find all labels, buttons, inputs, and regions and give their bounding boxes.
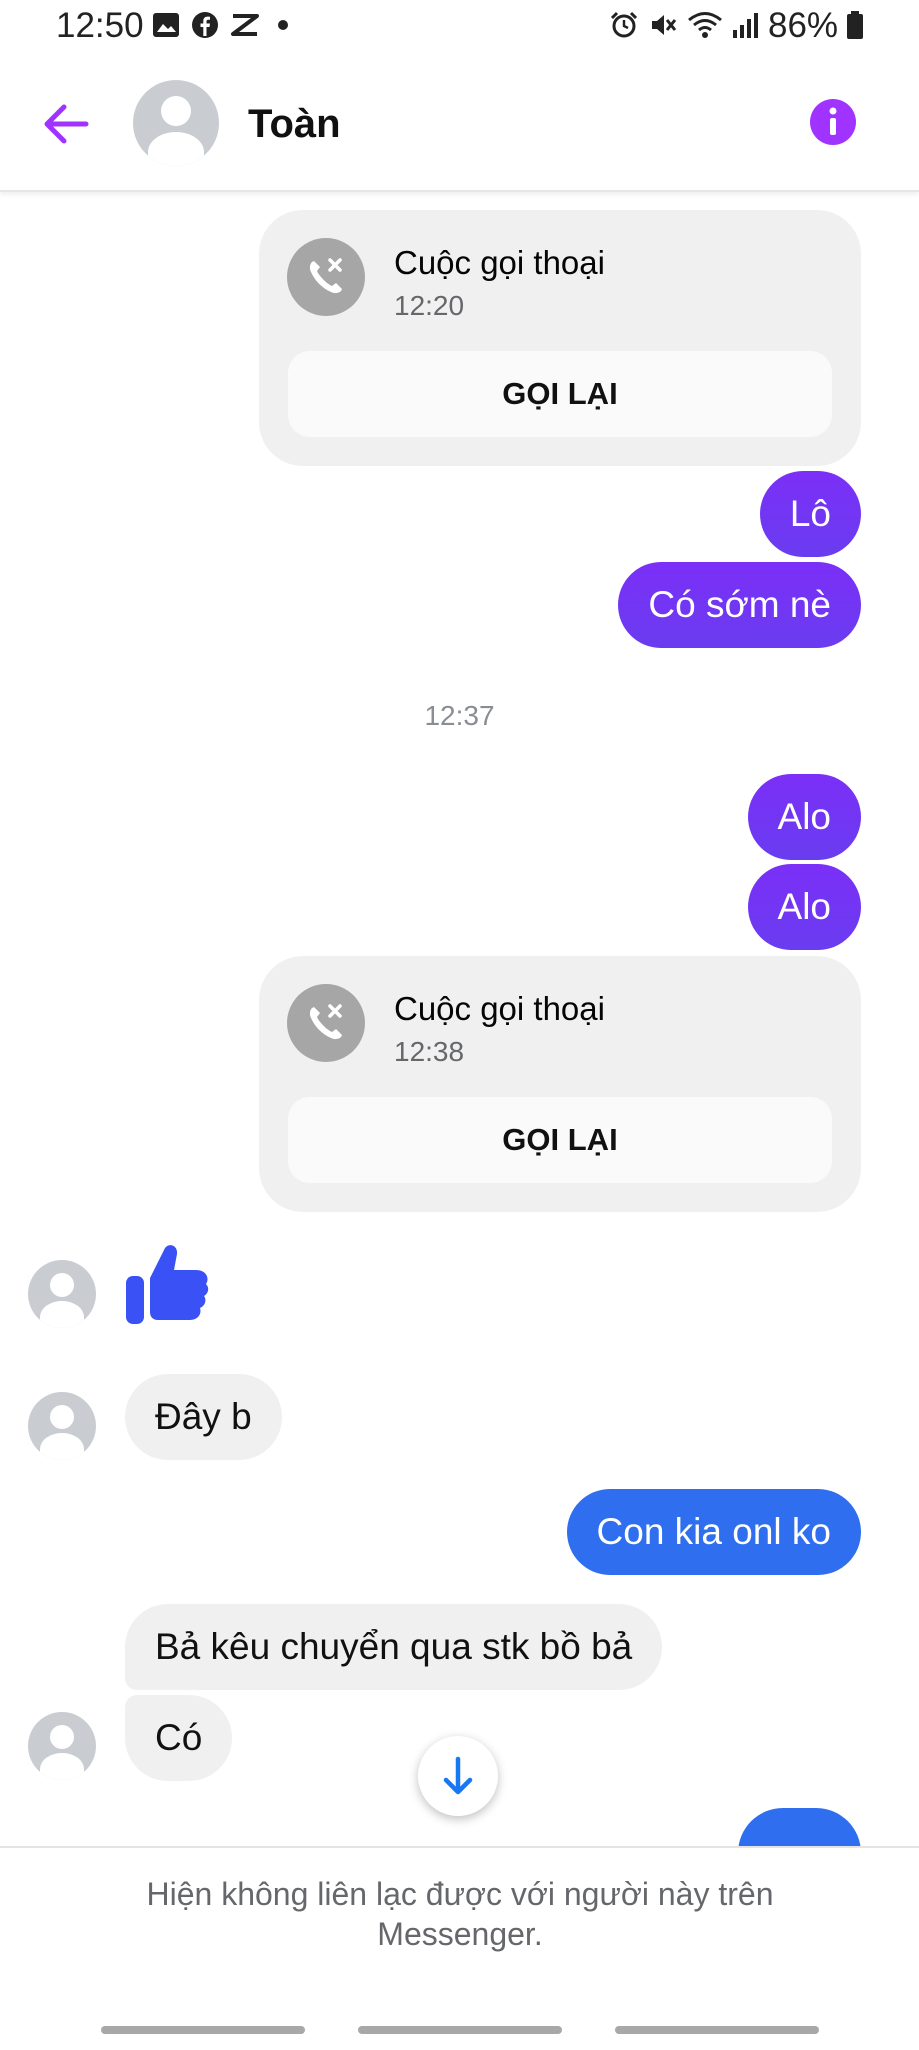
scroll-to-bottom-button[interactable] bbox=[418, 1736, 498, 1816]
signal-icon bbox=[733, 13, 758, 38]
timestamp-separator: 12:37 bbox=[424, 700, 495, 731]
nav-bar-home[interactable] bbox=[358, 2026, 562, 2034]
received-message[interactable]: Có bbox=[125, 1695, 233, 1781]
back-arrow-icon[interactable] bbox=[40, 100, 92, 148]
call-back-button[interactable]: GỌI LẠI bbox=[288, 1097, 832, 1183]
missed-call-icon bbox=[287, 238, 365, 316]
contact-avatar[interactable] bbox=[133, 80, 219, 166]
call-time: 12:38 bbox=[394, 1036, 465, 1067]
nav-bar-back[interactable] bbox=[615, 2026, 819, 2034]
gallery-icon bbox=[153, 13, 179, 37]
sent-message[interactable]: Alo bbox=[747, 864, 861, 950]
missed-call-card: Cuộc gọi thoại 12:38 GỌI LẠI bbox=[259, 956, 861, 1212]
status-time: 12:50 bbox=[56, 6, 144, 45]
capcut-icon bbox=[231, 14, 259, 36]
composer-unavailable-panel: Hiện không liên lạc được với người này t… bbox=[0, 1846, 919, 2050]
sent-message[interactable]: Lô bbox=[759, 471, 861, 557]
arrow-down-icon bbox=[443, 1756, 473, 1795]
unavailable-notice: Hiện không liên lạc được với người này t… bbox=[146, 1876, 774, 1952]
received-message[interactable]: Bả kêu chuyển qua stk bồ bả bbox=[125, 1604, 663, 1690]
nav-bar-recent[interactable] bbox=[101, 2026, 305, 2034]
facebook-icon bbox=[192, 12, 218, 38]
missed-call-icon bbox=[287, 984, 365, 1062]
sent-message[interactable]: Có sớm nè bbox=[618, 562, 861, 648]
alarm-icon bbox=[610, 11, 638, 38]
wifi-icon bbox=[688, 12, 722, 38]
battery-icon bbox=[847, 11, 863, 39]
info-icon[interactable] bbox=[809, 98, 857, 146]
call-time: 12:20 bbox=[394, 290, 465, 321]
received-message[interactable]: Đây b bbox=[125, 1374, 282, 1460]
sent-message[interactable]: Con kia onl ko bbox=[566, 1489, 861, 1575]
battery-percent: 86% bbox=[768, 6, 839, 45]
call-title: Cuộc gọi thoại bbox=[394, 244, 605, 281]
contact-name[interactable]: Toàn bbox=[248, 102, 341, 147]
call-title: Cuộc gọi thoại bbox=[394, 990, 605, 1027]
sender-avatar bbox=[28, 1712, 96, 1780]
missed-call-card: Cuộc gọi thoại 12:20 GỌI LẠI bbox=[259, 210, 861, 466]
thumbs-up-icon[interactable] bbox=[124, 1238, 210, 1328]
sender-avatar bbox=[28, 1260, 96, 1328]
sent-message[interactable]: Alo bbox=[747, 774, 861, 860]
more-notifications-dot-icon bbox=[278, 20, 288, 30]
sender-avatar bbox=[28, 1392, 96, 1460]
mute-icon bbox=[652, 15, 677, 35]
call-back-button[interactable]: GỌI LẠI bbox=[288, 351, 832, 437]
